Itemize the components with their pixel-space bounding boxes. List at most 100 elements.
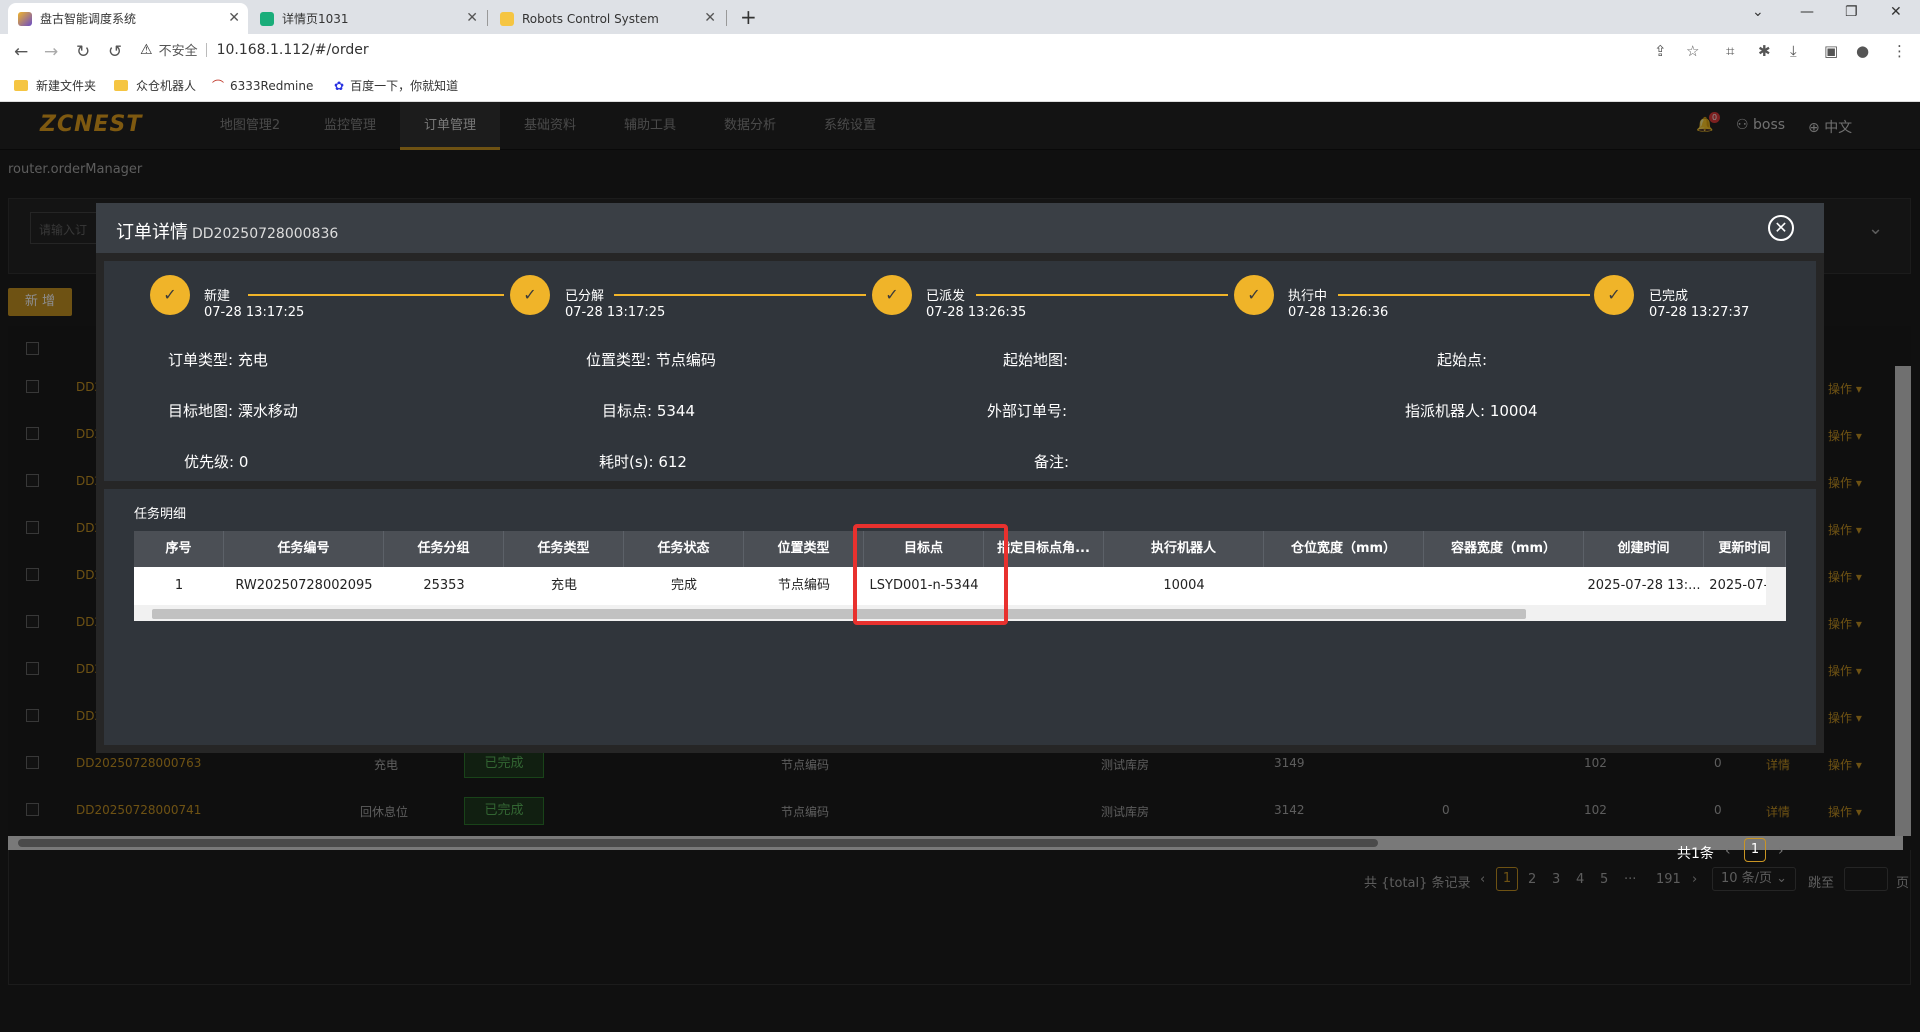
bookmark-item[interactable]: 新建文件夹 bbox=[14, 77, 96, 94]
step-connector bbox=[1338, 294, 1590, 296]
forward-icon[interactable]: → bbox=[44, 42, 58, 62]
remark: 备注: bbox=[1034, 453, 1070, 471]
step-check-icon: ✓ bbox=[510, 275, 550, 315]
new-tab-icon[interactable]: + bbox=[740, 5, 757, 29]
modal-header: 订单详情 DD20250728000836 ✕ bbox=[96, 203, 1824, 253]
order-info-panel: ✓ 新建 07-28 13:17:25 ✓ 已分解 07-28 13:17:25… bbox=[104, 261, 1816, 481]
cell-task-no: RW20250728002095 bbox=[235, 578, 373, 593]
col-task-group: 任务分组 bbox=[384, 531, 504, 567]
vue-logo-icon bbox=[18, 11, 32, 26]
col-updated: 更新时间 bbox=[1704, 531, 1786, 567]
extension-icon[interactable]: ✱ bbox=[1758, 42, 1771, 60]
modal-close-icon[interactable]: ✕ bbox=[1768, 215, 1794, 241]
redmine-icon: ⌒ bbox=[212, 79, 225, 93]
modal-title: 订单详情 DD20250728000836 bbox=[116, 218, 338, 244]
share-icon[interactable]: ⇪ bbox=[1654, 42, 1667, 60]
col-pos-type: 位置类型 bbox=[744, 531, 864, 567]
folder-icon bbox=[500, 11, 514, 26]
bookmark-label: 百度一下，你就知道 bbox=[350, 79, 459, 93]
bookmark-star-icon[interactable]: ☆ bbox=[1686, 42, 1699, 60]
tab-title: 盘古智能调度系统 bbox=[40, 12, 137, 26]
warning-icon: ⚠ bbox=[140, 41, 153, 58]
task-total: 共1条 bbox=[1677, 846, 1714, 862]
tab-search-icon[interactable]: ⌄ bbox=[1752, 4, 1764, 20]
task-page-1[interactable]: 1 bbox=[1744, 838, 1766, 862]
bookmark-item[interactable]: ⌒ 6333Redmine bbox=[212, 77, 313, 94]
task-table-hscroll-thumb[interactable] bbox=[152, 609, 1526, 619]
step-connector bbox=[614, 294, 866, 296]
browser-tabbar: 盘古智能调度系统 ✕ 详情页1031 ✕ Robots Control Syst… bbox=[0, 0, 1920, 34]
back-icon[interactable]: ← bbox=[14, 42, 28, 62]
priority: 优先级: 0 bbox=[184, 453, 249, 471]
step-check-icon: ✓ bbox=[1594, 275, 1634, 315]
order-type: 订单类型: 充电 bbox=[168, 351, 268, 369]
minimize-icon[interactable]: — bbox=[1800, 4, 1814, 20]
browser-addressbar: ← → ↻ ↺ ⚠ 不安全 10.168.1.112/#/order ⇪ ☆ ⌗… bbox=[0, 34, 1920, 70]
prev-page-icon[interactable]: ‹ bbox=[1725, 843, 1731, 859]
download-icon[interactable]: ⤓ bbox=[1790, 42, 1797, 60]
tab-title: 详情页1031 bbox=[282, 12, 349, 26]
cell-robot: 10004 bbox=[1163, 578, 1205, 593]
step-time: 07-28 13:26:35 bbox=[926, 305, 1027, 320]
tab-title: Robots Control System bbox=[522, 11, 659, 26]
reload-icon[interactable]: ↻ bbox=[76, 42, 90, 62]
step-connector bbox=[248, 294, 504, 296]
window-close-icon[interactable]: ✕ bbox=[1890, 4, 1902, 20]
step-label: 已分解 bbox=[565, 289, 605, 304]
col-task-no: 任务编号 bbox=[224, 531, 384, 567]
bookmark-item[interactable]: ✿ 百度一下，你就知道 bbox=[334, 77, 458, 94]
step-label: 已完成 bbox=[1649, 289, 1689, 304]
play-icon bbox=[260, 11, 274, 26]
profile-icon[interactable]: ● bbox=[1856, 42, 1869, 60]
cell-created: 2025-07-28 13:... bbox=[1587, 578, 1701, 593]
highlight-box bbox=[853, 524, 1008, 625]
modal-title-text: 订单详情 bbox=[116, 222, 188, 243]
step-check-icon: ✓ bbox=[1234, 275, 1274, 315]
tab-robots[interactable]: Robots Control System ✕ bbox=[490, 3, 724, 34]
tab-separator bbox=[726, 10, 727, 26]
bookmarks-bar: 新建文件夹 众仓机器人 ⌒ 6333Redmine ✿ 百度一下，你就知道 bbox=[0, 70, 1920, 102]
col-task-type: 任务类型 bbox=[504, 531, 624, 567]
target-point: 目标点: 5344 bbox=[602, 402, 695, 420]
bookmark-label: 6333Redmine bbox=[230, 78, 314, 93]
url-field[interactable]: ⚠ 不安全 10.168.1.112/#/order bbox=[140, 40, 369, 60]
close-icon[interactable]: ✕ bbox=[704, 10, 716, 26]
url-text: 10.168.1.112/#/order bbox=[216, 41, 369, 58]
cell-task-type: 充电 bbox=[550, 578, 577, 593]
col-slot-width: 仓位宽度（mm） bbox=[1264, 531, 1424, 567]
menu-icon[interactable]: ⋮ bbox=[1892, 42, 1907, 60]
step-label: 已派发 bbox=[926, 289, 966, 304]
crop-icon[interactable]: ⌗ bbox=[1726, 42, 1734, 60]
maximize-icon[interactable]: ❐ bbox=[1845, 4, 1858, 20]
order-detail-modal: 订单详情 DD20250728000836 ✕ ✓ 新建 07-28 13:17:… bbox=[96, 203, 1824, 862]
assigned-robot: 指派机器人: 10004 bbox=[1405, 402, 1538, 420]
sidepanel-icon[interactable]: ▣ bbox=[1824, 42, 1838, 60]
tab-pangu[interactable]: 盘古智能调度系统 ✕ bbox=[8, 3, 248, 34]
step-time: 07-28 13:17:25 bbox=[565, 305, 666, 320]
undo-icon[interactable]: ↺ bbox=[108, 42, 122, 62]
bookmark-label: 新建文件夹 bbox=[36, 79, 97, 93]
step-label: 执行中 bbox=[1288, 289, 1328, 304]
cell-slot-width bbox=[1264, 567, 1424, 605]
step-check-icon: ✓ bbox=[872, 275, 912, 315]
cell-task-group: 25353 bbox=[423, 578, 465, 593]
external-order-no: 外部订单号: bbox=[987, 402, 1068, 420]
step-time: 07-28 13:26:36 bbox=[1288, 305, 1389, 320]
task-detail-title: 任务明细 bbox=[134, 507, 187, 522]
task-table-vscrollbar[interactable] bbox=[1766, 567, 1786, 605]
tab-detail[interactable]: 详情页1031 ✕ bbox=[250, 3, 486, 34]
cell-pos-type: 节点编码 bbox=[777, 578, 830, 593]
order-number: DD20250728000836 bbox=[192, 226, 339, 242]
cell-seq: 1 bbox=[174, 578, 184, 593]
step-check-icon: ✓ bbox=[150, 275, 190, 315]
col-container-width: 容器宽度（mm） bbox=[1424, 531, 1584, 567]
bookmark-label: 众仓机器人 bbox=[136, 79, 197, 93]
close-icon[interactable]: ✕ bbox=[466, 10, 478, 26]
next-page-icon[interactable]: › bbox=[1778, 843, 1784, 859]
close-icon[interactable]: ✕ bbox=[228, 10, 240, 26]
start-point: 起始点: bbox=[1437, 351, 1488, 369]
cell-task-status: 完成 bbox=[670, 578, 697, 593]
bookmark-item[interactable]: 众仓机器人 bbox=[114, 77, 196, 94]
tab-separator bbox=[487, 10, 488, 26]
col-task-status: 任务状态 bbox=[624, 531, 744, 567]
